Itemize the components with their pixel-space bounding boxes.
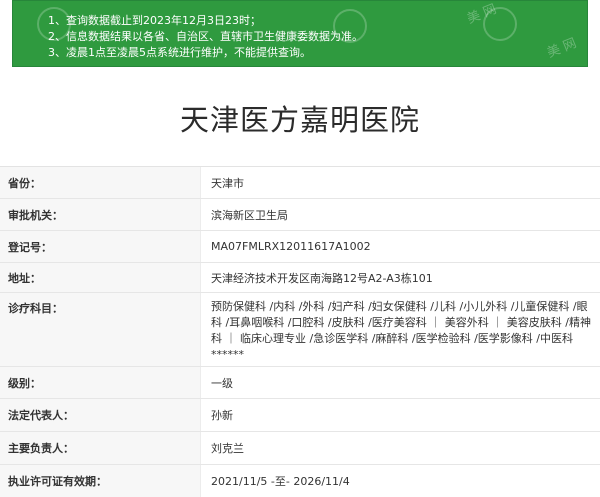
field-value: MA07FMLRX12011617A1002	[200, 231, 600, 262]
field-row-address: 地址： 天津经济技术开发区南海路12号A2-A3栋101	[0, 263, 600, 293]
field-label: 诊疗科目：	[0, 293, 200, 366]
field-value: 天津市	[200, 167, 600, 198]
field-value: 天津经济技术开发区南海路12号A2-A3栋101	[200, 263, 600, 292]
hospital-info-table: 省份： 天津市 审批机关： 滨海新区卫生局 登记号： MA07FMLRX1201…	[0, 166, 600, 497]
field-value: 刘克兰	[200, 432, 600, 464]
field-row-province: 省份： 天津市	[0, 167, 600, 199]
field-label: 级别：	[0, 367, 200, 398]
notice-line-3: 3、凌晨1点至凌晨5点系统进行维护，不能提供查询。	[48, 46, 311, 59]
notice-banner: 美 网 美 网 1、查询数据截止到2023年12月3日23时； 2、信息数据结果…	[12, 0, 588, 67]
field-label: 省份：	[0, 167, 200, 198]
watermark-logo	[333, 9, 367, 43]
field-label: 地址：	[0, 263, 200, 292]
field-label: 法定代表人：	[0, 399, 200, 431]
field-value: 预防保健科 /内科 /外科 /妇产科 /妇女保健科 /儿科 /小儿外科 /儿童保…	[200, 293, 600, 366]
hospital-name: 天津医方嘉明医院	[179, 103, 420, 137]
field-row-principal: 主要负责人： 刘克兰	[0, 432, 600, 465]
field-value: 孙新	[200, 399, 600, 431]
field-row-legal-representative: 法定代表人： 孙新	[0, 399, 600, 432]
field-value: 2021/11/5 -至- 2026/11/4	[200, 465, 600, 497]
field-row-level: 级别： 一级	[0, 367, 600, 399]
field-label: 主要负责人：	[0, 432, 200, 464]
field-label: 审批机关：	[0, 199, 200, 230]
field-row-departments: 诊疗科目： 预防保健科 /内科 /外科 /妇产科 /妇女保健科 /儿科 /小儿外…	[0, 293, 600, 367]
field-row-license-validity: 执业许可证有效期： 2021/11/5 -至- 2026/11/4	[0, 465, 600, 497]
field-value: 一级	[200, 367, 600, 398]
field-row-authority: 审批机关： 滨海新区卫生局	[0, 199, 600, 231]
field-value: 滨海新区卫生局	[200, 199, 600, 230]
field-label: 执业许可证有效期：	[0, 465, 200, 497]
watermark-logo	[37, 7, 71, 41]
field-row-registration-number: 登记号： MA07FMLRX12011617A1002	[0, 231, 600, 263]
field-label: 登记号：	[0, 231, 200, 262]
